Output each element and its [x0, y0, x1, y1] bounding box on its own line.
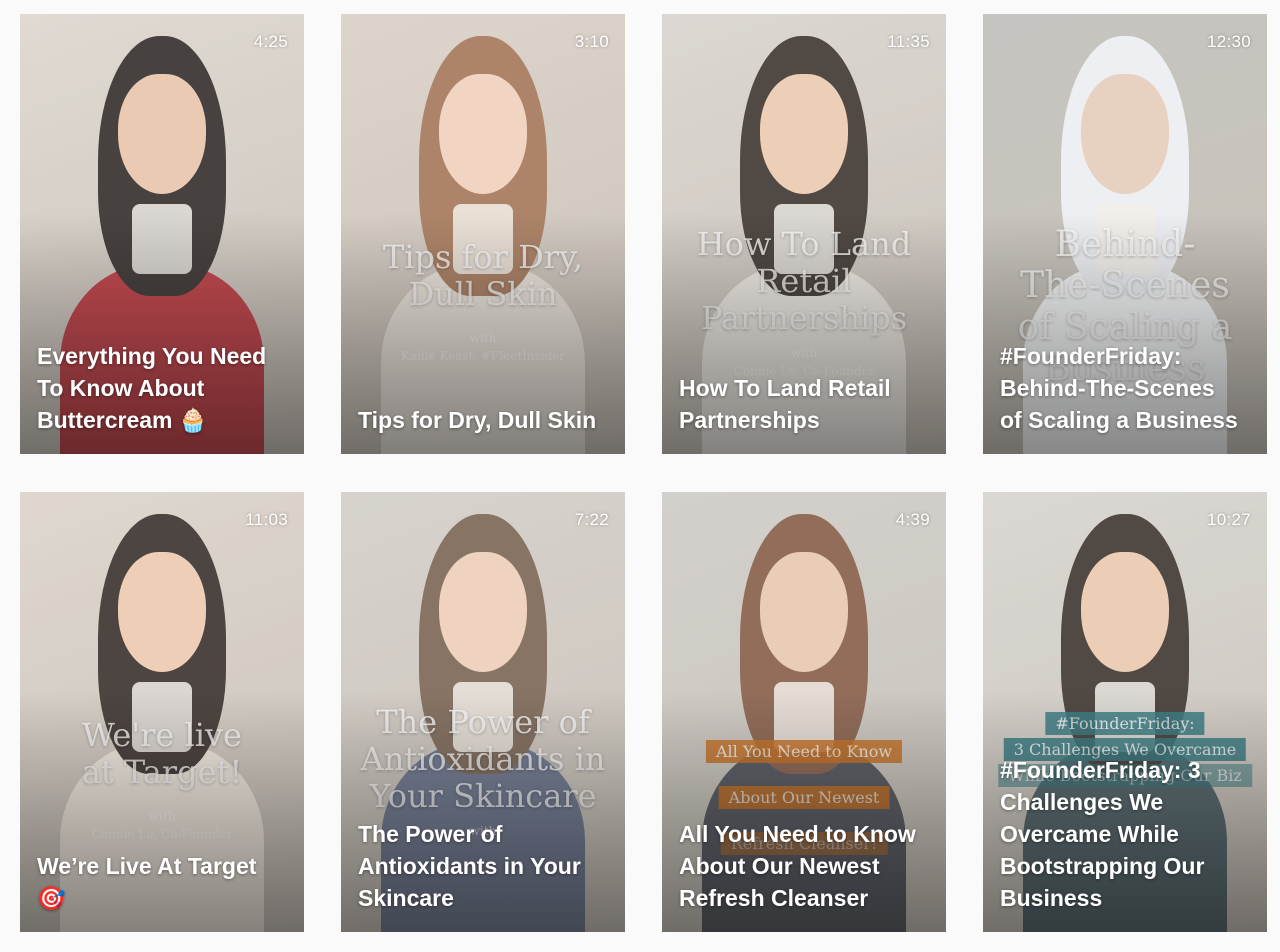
- video-title[interactable]: All You Need to Know About Our Newest Re…: [679, 818, 934, 914]
- video-title[interactable]: #FounderFriday: Behind-The-Scenes of Sca…: [1000, 340, 1255, 436]
- video-card[interactable]: #FounderFriday:3 Challenges We OvercameW…: [983, 492, 1267, 932]
- video-title[interactable]: How To Land Retail Partnerships: [679, 372, 934, 436]
- video-grid: 4:25 Everything You Need To Know About Bu…: [20, 14, 1267, 932]
- video-duration: 12:30: [1206, 32, 1251, 51]
- video-title[interactable]: #FounderFriday: 3 Challenges We Overcame…: [1000, 754, 1255, 914]
- video-card[interactable]: We're live at Target!with Connie Lo, Co-…: [20, 492, 304, 932]
- video-title[interactable]: The Power of Antioxidants in Your Skinca…: [358, 818, 613, 914]
- video-duration: 11:03: [245, 510, 288, 529]
- video-duration: 3:10: [574, 32, 609, 51]
- video-duration: 4:39: [895, 510, 930, 529]
- video-title[interactable]: We’re Live At Target 🎯: [37, 850, 292, 914]
- video-duration: 4:25: [253, 32, 288, 51]
- video-duration: 7:22: [574, 510, 609, 529]
- video-card[interactable]: 4:25 Everything You Need To Know About Bu…: [20, 14, 304, 454]
- video-thumbnail: Tips for Dry, Dull Skinwith Kailie Keast…: [341, 14, 625, 454]
- video-title[interactable]: Everything You Need To Know About Butter…: [37, 340, 292, 436]
- video-card[interactable]: The Power of Antioxidants in Your Skinca…: [341, 492, 625, 932]
- video-card[interactable]: Behind- The-Scenes of Scaling a Business…: [983, 14, 1267, 454]
- video-title[interactable]: Tips for Dry, Dull Skin: [358, 404, 613, 436]
- video-card[interactable]: Tips for Dry, Dull Skinwith Kailie Keast…: [341, 14, 625, 454]
- video-card[interactable]: How To Land Retail Partnershipswith Conn…: [662, 14, 946, 454]
- video-duration: 11:35: [887, 32, 930, 51]
- video-duration: 10:27: [1206, 510, 1251, 529]
- video-card[interactable]: All You Need to KnowAbout Our NewestRefr…: [662, 492, 946, 932]
